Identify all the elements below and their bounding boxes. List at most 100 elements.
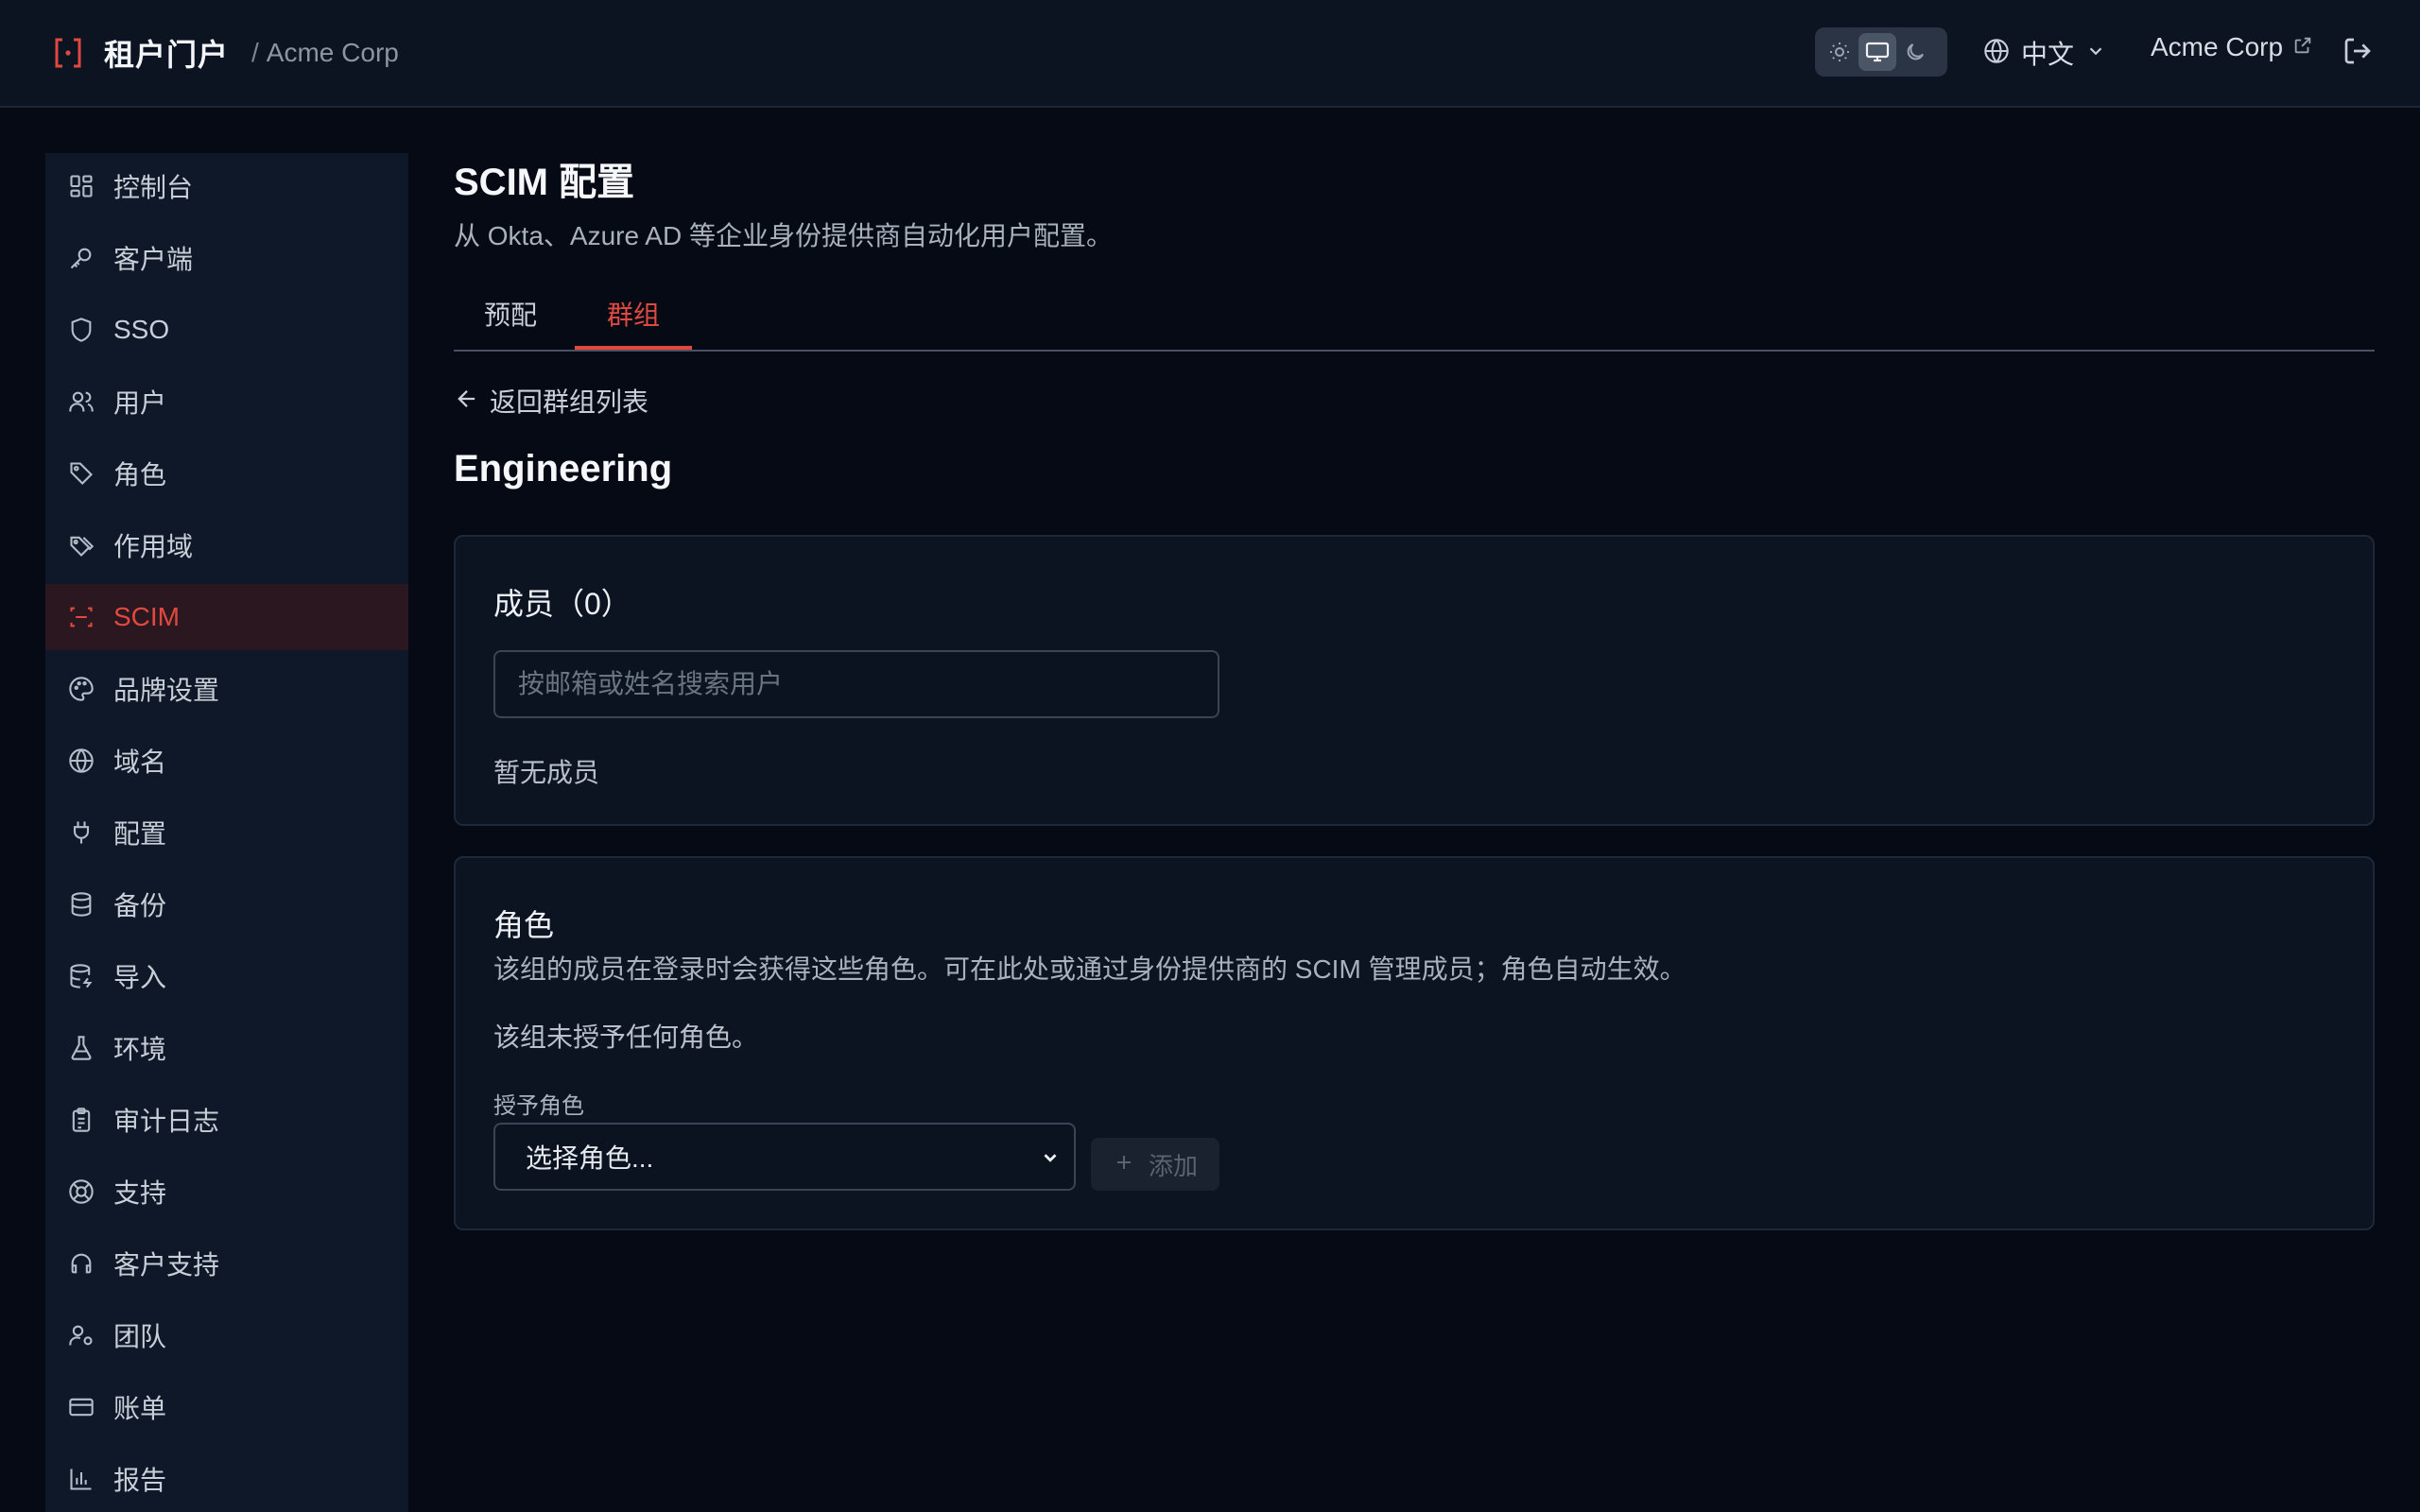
- tab-bar: 预配 群组: [454, 284, 2375, 352]
- headset-icon: [66, 1248, 96, 1279]
- members-title: 成员（0）: [493, 587, 631, 621]
- lifebuoy-icon: [66, 1177, 96, 1207]
- tag-icon: [66, 458, 96, 489]
- add-role-button[interactable]: 添加: [1091, 1138, 1219, 1191]
- chevron-down-icon: [1040, 1147, 1061, 1173]
- user-cog-icon: [66, 1320, 96, 1350]
- sidebar-item-label: 备份: [113, 891, 167, 920]
- back-to-groups-link[interactable]: 返回群组列表: [454, 382, 648, 420]
- member-search-input[interactable]: [493, 650, 1219, 718]
- sidebar-item-backup[interactable]: 备份: [45, 871, 408, 937]
- roles-title: 角色: [493, 908, 555, 942]
- roles-description: 该组的成员在登录时会获得这些角色。可在此处或通过身份提供商的 SCIM 管理成员…: [493, 954, 1686, 984]
- globe-icon: [1983, 38, 2010, 69]
- database-import-icon: [66, 961, 96, 991]
- sidebar-item-roles[interactable]: 角色: [45, 440, 408, 507]
- sidebar-item-label: 团队: [113, 1322, 167, 1351]
- key-icon: [66, 243, 96, 273]
- sidebar-item-scim[interactable]: SCIM: [45, 584, 408, 650]
- sidebar: 控制台 客户端 SSO 用户 角色 作用域 SCIM 品牌设置 域名 配置 备份…: [45, 153, 408, 1512]
- sidebar-item-label: 角色: [113, 460, 167, 490]
- external-link-icon: [2292, 35, 2313, 60]
- no-roles-text: 该组未授予任何角色。: [493, 1022, 759, 1052]
- sidebar-item-label: SSO: [113, 315, 170, 344]
- tab-groups[interactable]: 群组: [575, 295, 692, 352]
- sidebar-item-environment[interactable]: 环境: [45, 1015, 408, 1081]
- org-link[interactable]: Acme Corp: [2151, 32, 2313, 62]
- sidebar-item-label: 客户支持: [113, 1250, 220, 1280]
- bar-chart-icon: [66, 1464, 96, 1494]
- page-subtitle: 从 Okta、Azure AD 等企业身份提供商自动化用户配置。: [454, 221, 1113, 250]
- sidebar-item-label: 控制台: [113, 173, 194, 202]
- plus-icon: [1113, 1151, 1135, 1178]
- sidebar-item-label: 用户: [113, 388, 167, 418]
- shield-icon: [66, 315, 96, 345]
- members-card: 成员（0） 暂无成员: [454, 535, 2375, 826]
- sidebar-item-label: 账单: [113, 1394, 167, 1423]
- breadcrumb-org: Acme Corp: [266, 38, 399, 67]
- sidebar-item-scopes[interactable]: 作用域: [45, 512, 408, 578]
- roles-card: 角色 该组的成员在登录时会获得这些角色。可在此处或通过身份提供商的 SCIM 管…: [454, 856, 2375, 1230]
- dashboard-icon: [66, 171, 96, 201]
- sidebar-item-team[interactable]: 团队: [45, 1302, 408, 1368]
- tab-label: 预配: [483, 301, 537, 330]
- breadcrumb-separator: /: [251, 38, 259, 67]
- role-select[interactable]: 选择角色...: [493, 1123, 1076, 1191]
- plug-icon: [66, 817, 96, 848]
- group-name: Engineering: [454, 448, 673, 490]
- org-link-label: Acme Corp: [2151, 32, 2284, 61]
- sidebar-item-label: 客户端: [113, 245, 194, 274]
- database-icon: [66, 889, 96, 919]
- sidebar-item-audit-log[interactable]: 审计日志: [45, 1087, 408, 1153]
- sidebar-item-clients[interactable]: 客户端: [45, 225, 408, 291]
- sidebar-item-support[interactable]: 支持: [45, 1159, 408, 1225]
- monitor-icon[interactable]: [1858, 33, 1896, 71]
- sidebar-item-billing[interactable]: 账单: [45, 1374, 408, 1440]
- sidebar-item-customer-support[interactable]: 客户支持: [45, 1230, 408, 1297]
- scan-icon: [66, 602, 96, 632]
- flask-icon: [66, 1033, 96, 1063]
- top-bar: 租户门户 / Acme Corp 中文 Acme Corp: [0, 0, 2420, 108]
- palette-icon: [66, 674, 96, 704]
- globe-icon: [66, 746, 96, 776]
- sidebar-item-import[interactable]: 导入: [45, 943, 408, 1009]
- moon-icon[interactable]: [1896, 33, 1934, 71]
- sidebar-item-reports[interactable]: 报告: [45, 1446, 408, 1512]
- sidebar-item-sso[interactable]: SSO: [45, 297, 408, 363]
- tab-provisioning[interactable]: 预配: [454, 295, 567, 352]
- sidebar-item-label: 报告: [113, 1466, 167, 1495]
- sidebar-item-label: 环境: [113, 1035, 167, 1064]
- app-title: 租户门户: [104, 38, 230, 72]
- role-select-value: 选择角色...: [526, 1143, 654, 1173]
- logout-icon[interactable]: [2342, 36, 2373, 71]
- language-selector[interactable]: 中文: [1983, 34, 2106, 72]
- sidebar-item-label: 配置: [113, 819, 167, 849]
- sidebar-item-label: 导入: [113, 963, 167, 992]
- sidebar-item-users[interactable]: 用户: [45, 369, 408, 435]
- sun-icon[interactable]: [1821, 33, 1858, 71]
- chevron-down-icon: [2085, 41, 2106, 66]
- add-button-label: 添加: [1148, 1151, 1198, 1180]
- credit-card-icon: [66, 1392, 96, 1422]
- tags-icon: [66, 530, 96, 560]
- tab-label: 群组: [606, 301, 660, 330]
- arrow-left-icon: [454, 386, 480, 417]
- sidebar-item-label: 审计日志: [113, 1107, 220, 1136]
- back-link-label: 返回群组列表: [490, 387, 649, 417]
- theme-switcher: [1815, 27, 1947, 77]
- sidebar-item-domains[interactable]: 域名: [45, 728, 408, 794]
- sidebar-item-config[interactable]: 配置: [45, 799, 408, 866]
- sidebar-item-label: 支持: [113, 1178, 167, 1208]
- members-empty-text: 暂无成员: [493, 758, 600, 787]
- sidebar-item-dashboard[interactable]: 控制台: [45, 153, 408, 219]
- sidebar-item-label: SCIM: [113, 602, 180, 631]
- brand[interactable]: 租户门户 / Acme Corp: [51, 31, 399, 75]
- sidebar-item-branding[interactable]: 品牌设置: [45, 656, 408, 722]
- sidebar-item-label: 作用域: [113, 532, 194, 561]
- sidebar-item-label: 域名: [113, 747, 167, 777]
- users-icon: [66, 387, 96, 417]
- scan-logo-icon: [51, 36, 85, 70]
- language-label: 中文: [2021, 40, 2075, 69]
- grant-role-label: 授予角色: [493, 1093, 584, 1119]
- sidebar-item-label: 品牌设置: [113, 676, 220, 705]
